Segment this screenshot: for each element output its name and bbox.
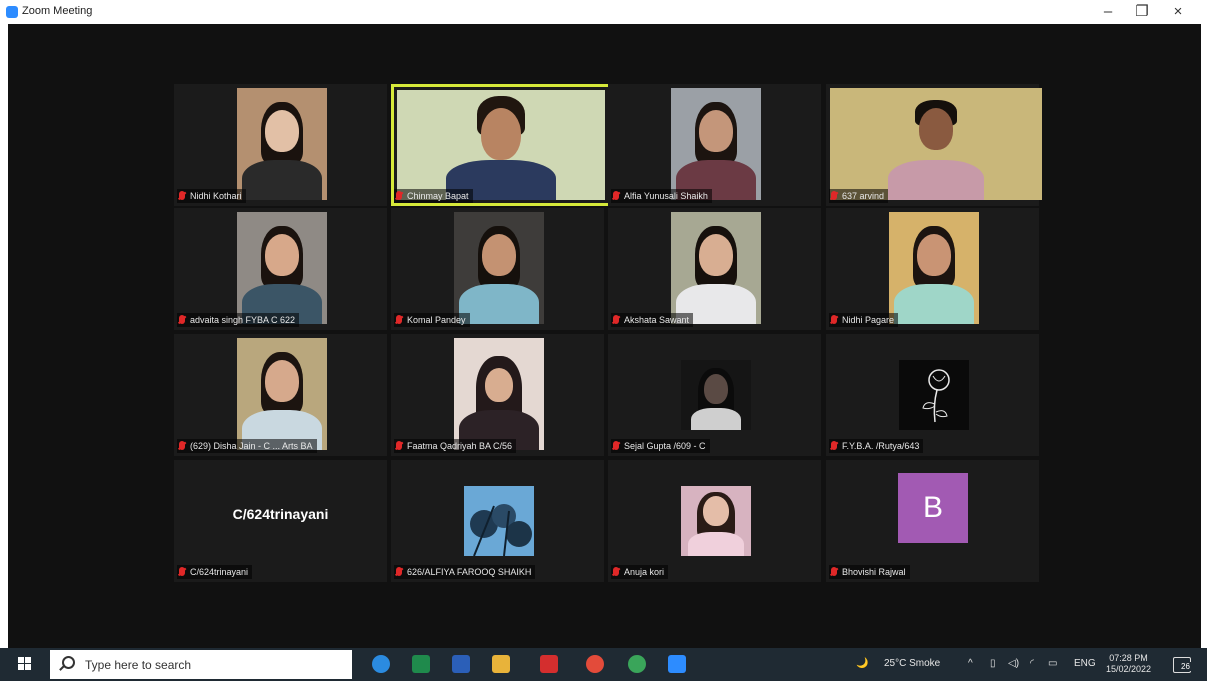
tree-photo-icon bbox=[464, 486, 534, 556]
participant-name: Anuja kori bbox=[624, 567, 665, 577]
participant-name: C/624trinayani bbox=[190, 567, 249, 577]
muted-mic-icon bbox=[179, 441, 185, 450]
participant-tile[interactable]: Alfia Yunusali Shaikh bbox=[608, 84, 821, 206]
wifi-icon[interactable]: ◜ bbox=[1030, 658, 1034, 669]
participant-video bbox=[889, 212, 979, 324]
muted-mic-icon bbox=[831, 315, 837, 324]
participant-photo bbox=[464, 486, 534, 556]
participant-name: (629) Disha Jain - C ... Arts BA bbox=[190, 441, 313, 451]
participant-name: 637 arvind bbox=[842, 191, 885, 201]
file-explorer-icon[interactable] bbox=[492, 655, 510, 673]
participant-video bbox=[237, 212, 327, 324]
participant-name: Faatma Qadriyah BA C/56 bbox=[407, 441, 513, 451]
window-title: Zoom Meeting bbox=[22, 5, 93, 17]
participant-name: Alfia Yunusali Shaikh bbox=[624, 191, 708, 201]
participant-name: F.Y.B.A. /Rutya/643 bbox=[842, 441, 920, 451]
participant-name: 626/ALFIYA FAROOQ SHAIKH bbox=[407, 567, 532, 577]
participant-photo bbox=[899, 360, 969, 430]
muted-mic-icon bbox=[396, 441, 402, 450]
participant-video bbox=[454, 338, 544, 450]
taskbar-search-box[interactable]: Type here to search bbox=[50, 650, 352, 679]
minimize-button[interactable]: – bbox=[1094, 2, 1122, 22]
participant-display-name: C/624trinayani bbox=[232, 506, 329, 522]
windows-start-icon[interactable] bbox=[18, 657, 32, 671]
participant-name: Nidhi Kothari bbox=[190, 191, 242, 201]
gallery-view: Nidhi Kothari Chinmay Bapat Alfia Yunusa… bbox=[8, 24, 1201, 648]
search-icon bbox=[62, 656, 75, 669]
muted-mic-icon bbox=[831, 567, 837, 576]
participant-video bbox=[830, 88, 1042, 200]
muted-mic-icon bbox=[396, 315, 402, 324]
taskbar-clock[interactable]: 07:28 PM 15/02/2022 bbox=[1106, 653, 1151, 675]
muted-mic-icon bbox=[831, 191, 837, 200]
close-button[interactable]: × bbox=[1164, 2, 1192, 22]
muted-mic-icon bbox=[179, 567, 185, 576]
participant-tile-active-speaker[interactable]: Chinmay Bapat bbox=[391, 84, 611, 206]
muted-mic-icon bbox=[179, 191, 185, 200]
participant-video bbox=[671, 212, 761, 324]
zoom-logo-icon bbox=[6, 6, 18, 18]
participant-video bbox=[671, 88, 761, 200]
weather-moon-icon: 🌙 bbox=[856, 658, 869, 669]
muted-mic-icon bbox=[613, 441, 619, 450]
windows-taskbar: Type here to search 🌙 25°C Smoke ^ ▯ ◁) … bbox=[0, 648, 1207, 681]
participant-name: Chinmay Bapat bbox=[407, 191, 469, 201]
participant-name: Akshata Sawant bbox=[624, 315, 690, 325]
participant-tile[interactable]: Sejal Gupta /609 - C bbox=[608, 334, 821, 456]
excel-icon[interactable] bbox=[412, 655, 430, 673]
chrome-icon[interactable] bbox=[586, 655, 604, 673]
participant-name: advaita singh FYBA C 622 bbox=[190, 315, 296, 325]
participant-tile[interactable]: Nidhi Pagare bbox=[826, 208, 1039, 330]
muted-mic-icon bbox=[613, 567, 619, 576]
participant-video bbox=[237, 338, 327, 450]
participant-video bbox=[454, 212, 544, 324]
notification-count: 26 bbox=[1180, 662, 1191, 671]
participant-tile[interactable]: 637 arvind bbox=[826, 84, 1042, 206]
participant-name: Komal Pandey bbox=[407, 315, 466, 325]
muted-mic-icon bbox=[831, 441, 837, 450]
search-placeholder: Type here to search bbox=[85, 658, 192, 672]
participant-tile[interactable]: Akshata Sawant bbox=[608, 208, 821, 330]
chrome-icon[interactable] bbox=[628, 655, 646, 673]
network-icon[interactable]: ▭ bbox=[1048, 658, 1057, 669]
battery-icon[interactable]: ▯ bbox=[990, 658, 996, 669]
clock-time: 07:28 PM bbox=[1109, 653, 1148, 663]
window-title-bar: Zoom Meeting – ❐ × bbox=[0, 0, 1207, 24]
participant-avatar: B bbox=[898, 473, 968, 543]
participant-tile[interactable]: Faatma Qadriyah BA C/56 bbox=[391, 334, 604, 456]
participant-name: Bhovishi Rajwal bbox=[842, 567, 906, 577]
muted-mic-icon bbox=[396, 567, 402, 576]
muted-mic-icon bbox=[396, 191, 402, 200]
participant-tile[interactable]: (629) Disha Jain - C ... Arts BA bbox=[174, 334, 387, 456]
participant-tile[interactable]: Komal Pandey bbox=[391, 208, 604, 330]
muted-mic-icon bbox=[613, 191, 619, 200]
participant-tile[interactable]: advaita singh FYBA C 622 bbox=[174, 208, 387, 330]
participant-photo bbox=[681, 486, 751, 556]
acrobat-icon[interactable] bbox=[540, 655, 558, 673]
edge-icon[interactable] bbox=[372, 655, 390, 673]
participant-photo bbox=[681, 360, 751, 430]
muted-mic-icon bbox=[613, 315, 619, 324]
participant-name: Sejal Gupta /609 - C bbox=[624, 441, 706, 451]
participant-tile[interactable]: 626/ALFIYA FAROOQ SHAIKH bbox=[391, 460, 604, 582]
participant-video bbox=[397, 90, 605, 200]
notification-center-icon[interactable]: 26 bbox=[1173, 657, 1191, 673]
muted-mic-icon bbox=[179, 315, 185, 324]
chevron-up-icon[interactable]: ^ bbox=[968, 658, 973, 669]
participant-tile[interactable]: Nidhi Kothari bbox=[174, 84, 387, 206]
participant-tile[interactable]: Anuja kori bbox=[608, 460, 821, 582]
participant-tile[interactable]: B Bhovishi Rajwal bbox=[826, 460, 1039, 582]
rose-drawing-icon bbox=[922, 369, 950, 423]
participant-tile[interactable]: C/624trinayani C/624trinayani bbox=[174, 460, 387, 582]
participant-name: Nidhi Pagare bbox=[842, 315, 895, 325]
weather-widget[interactable]: 25°C Smoke bbox=[884, 658, 940, 669]
clock-date: 15/02/2022 bbox=[1106, 664, 1152, 674]
volume-icon[interactable]: ◁) bbox=[1008, 658, 1019, 669]
participant-tile[interactable]: F.Y.B.A. /Rutya/643 bbox=[826, 334, 1039, 456]
participant-video bbox=[237, 88, 327, 200]
language-indicator[interactable]: ENG bbox=[1074, 658, 1096, 669]
restore-button[interactable]: ❐ bbox=[1128, 2, 1156, 22]
word-icon[interactable] bbox=[452, 655, 470, 673]
zoom-icon[interactable] bbox=[668, 655, 686, 673]
